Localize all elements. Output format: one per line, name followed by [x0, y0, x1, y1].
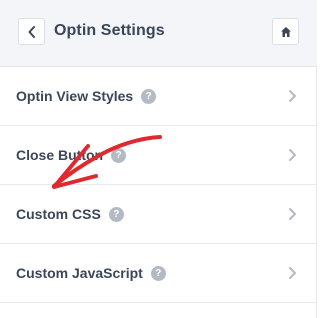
home-icon: [280, 26, 291, 37]
page-title: Optin Settings: [54, 22, 165, 39]
chevron-left-icon: [28, 25, 35, 38]
help-icon[interactable]: ?: [111, 147, 127, 163]
menu-item-text: Optin View Styles: [16, 88, 134, 104]
optin-settings-panel: Optin Settings Optin View Styles ? Close…: [0, 0, 317, 318]
panel-header: Optin Settings: [0, 0, 317, 67]
menu-item-label: Custom JavaScript ?: [16, 265, 166, 281]
menu-item-label: Close Button ?: [16, 147, 127, 163]
help-icon[interactable]: ?: [108, 206, 124, 222]
menu-item-optin-view-styles[interactable]: Optin View Styles ?: [0, 67, 317, 126]
settings-menu: Optin View Styles ? Close Button ? Custo…: [0, 67, 317, 303]
menu-item-text: Custom CSS: [16, 206, 101, 222]
menu-item-text: Close Button: [16, 147, 104, 163]
help-icon[interactable]: ?: [141, 88, 157, 104]
menu-item-close-button[interactable]: Close Button ?: [0, 126, 317, 185]
chevron-right-icon: [289, 208, 296, 220]
help-icon[interactable]: ?: [150, 265, 166, 281]
home-button[interactable]: [272, 18, 299, 45]
chevron-right-icon: [289, 267, 296, 279]
menu-item-custom-css[interactable]: Custom CSS ?: [0, 185, 317, 244]
menu-item-label: Custom CSS ?: [16, 206, 124, 222]
back-button[interactable]: [18, 18, 45, 45]
chevron-right-icon: [289, 90, 296, 102]
menu-item-custom-javascript[interactable]: Custom JavaScript ?: [0, 244, 317, 303]
menu-item-label: Optin View Styles ?: [16, 88, 157, 104]
menu-item-text: Custom JavaScript: [16, 265, 143, 281]
chevron-right-icon: [289, 149, 296, 161]
